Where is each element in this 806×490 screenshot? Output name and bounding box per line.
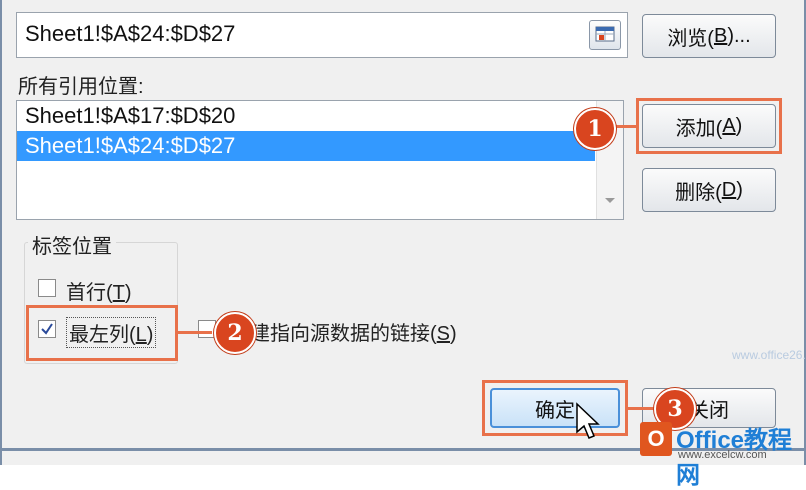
range-select-icon bbox=[595, 26, 615, 42]
step-1-highlight bbox=[636, 98, 782, 154]
reference-item: Sheet1!$A$24:$D$27 bbox=[25, 133, 236, 158]
browse-label: 浏览( bbox=[667, 27, 714, 50]
top-row-checkbox[interactable] bbox=[38, 279, 56, 297]
collapse-dialog-button[interactable] bbox=[589, 20, 621, 50]
top-row-label: 首行(T) bbox=[66, 276, 132, 305]
step-3-connector bbox=[628, 407, 656, 410]
label-position-title: 标签位置 bbox=[28, 230, 116, 259]
step-3-highlight bbox=[482, 380, 628, 436]
step-2-connector bbox=[178, 331, 212, 334]
link-source-label: 建指向源数据的链接(S) bbox=[250, 317, 457, 346]
top-row-text: 首行( bbox=[66, 282, 113, 304]
reference-input[interactable]: Sheet1!$A$24:$D$27 bbox=[16, 12, 628, 58]
reference-item: Sheet1!$A$17:$D$20 bbox=[25, 103, 236, 128]
link-source-text-tail: ) bbox=[450, 323, 457, 345]
delete-label-tail: ) bbox=[736, 178, 743, 201]
step-1-connector bbox=[614, 125, 638, 128]
browse-label-tail: )... bbox=[727, 24, 751, 47]
delete-hotkey: D bbox=[721, 178, 737, 201]
mouse-cursor-icon bbox=[576, 402, 600, 439]
step-1-badge: 1 bbox=[574, 108, 616, 150]
watermark-faint-url: www.office26.com bbox=[732, 348, 806, 362]
step-2-highlight bbox=[26, 305, 178, 361]
all-references-label: 所有引用位置: bbox=[18, 76, 144, 98]
office-logo-icon: O bbox=[640, 422, 672, 456]
browse-hotkey: B bbox=[713, 24, 728, 47]
list-item-selected[interactable]: Sheet1!$A$24:$D$27 bbox=[17, 131, 595, 161]
delete-label: 删除( bbox=[675, 181, 722, 204]
delete-button[interactable]: 删除(D) bbox=[642, 168, 776, 212]
browse-button[interactable]: 浏览(B)... bbox=[642, 14, 776, 58]
all-references-list[interactable]: Sheet1!$A$17:$D$20 Sheet1!$A$24:$D$27 bbox=[16, 100, 624, 220]
watermark-url: www.excelcw.com bbox=[678, 449, 767, 461]
link-source-hotkey: S bbox=[436, 323, 451, 345]
step-2-badge: 2 bbox=[214, 312, 256, 354]
top-row-text-tail: ) bbox=[124, 282, 132, 304]
consolidate-dialog: Sheet1!$A$24:$D$27 浏览(B)... 所有引用位置: Shee… bbox=[0, 0, 806, 465]
link-source-text: 建指向源数据的链接( bbox=[250, 323, 437, 345]
list-item[interactable]: Sheet1!$A$17:$D$20 bbox=[17, 101, 623, 131]
watermark: O Office教程网 www.excelcw.com bbox=[630, 418, 806, 489]
top-row-hotkey: T bbox=[112, 282, 125, 304]
reference-value: Sheet1!$A$24:$D$27 bbox=[25, 21, 236, 46]
